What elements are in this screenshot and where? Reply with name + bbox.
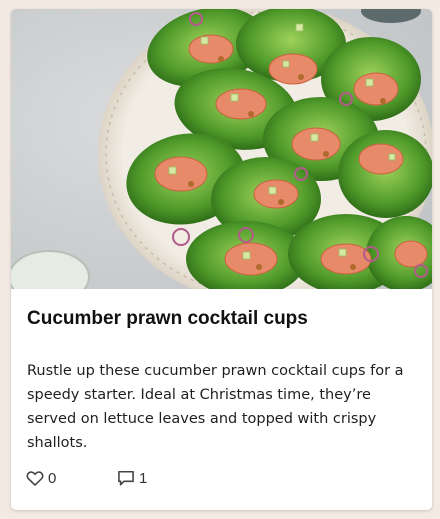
like-count: 0 xyxy=(48,469,57,487)
comment-button[interactable]: 1 xyxy=(116,467,147,489)
recipe-title[interactable]: Cucumber prawn cocktail cups xyxy=(27,307,417,331)
recipe-card[interactable]: Cucumber prawn cocktail cups Rustle up t… xyxy=(11,9,432,510)
recipe-photo[interactable] xyxy=(11,9,432,289)
card-actions: 0 1 xyxy=(25,467,325,489)
heart-outline-icon xyxy=(25,468,45,488)
recipe-description: Rustle up these cucumber prawn cocktail … xyxy=(27,363,404,451)
speech-bubble-icon xyxy=(116,468,136,488)
recipe-photo-illustration xyxy=(11,9,432,289)
comment-count: 1 xyxy=(139,469,148,487)
like-button[interactable]: 0 xyxy=(25,467,56,489)
